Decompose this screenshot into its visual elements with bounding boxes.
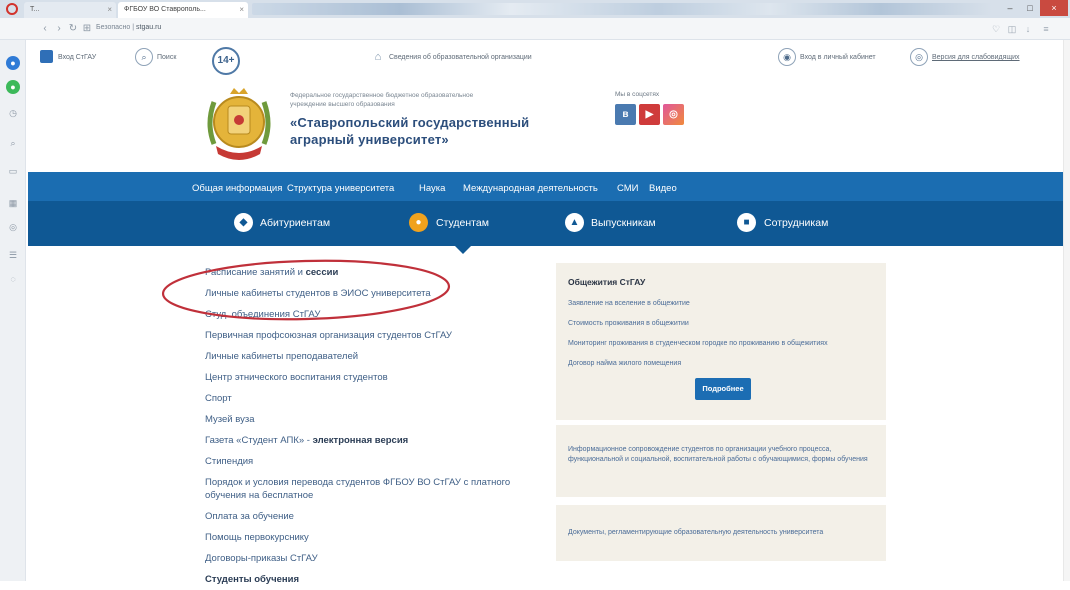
search-icon[interactable]: ⌕ bbox=[135, 48, 153, 66]
tab-students[interactable]: Студентам bbox=[436, 217, 489, 229]
staff-icon[interactable]: ■ bbox=[737, 213, 756, 232]
panel-link[interactable]: Стоимость проживания в общежитии bbox=[568, 320, 689, 327]
active-tab-pointer bbox=[455, 246, 471, 254]
nav-video[interactable]: Видео bbox=[649, 183, 677, 194]
dormitory-panel: Общежития СтГАУ Заявление на вселение в … bbox=[556, 263, 886, 420]
eye-icon[interactable]: ◎ bbox=[910, 48, 928, 66]
list-item[interactable]: Музей вуза bbox=[205, 409, 550, 430]
highlight-ellipse bbox=[161, 259, 451, 321]
panel-link[interactable]: Мониторинг проживания в студенческом гор… bbox=[568, 340, 828, 347]
list-item[interactable]: Газета «Студент АПК» - электронная верси… bbox=[205, 430, 550, 451]
browser-tab-active[interactable]: ФГБОУ ВО Ставрополь... × bbox=[118, 2, 248, 18]
social-label: Мы в соцсетях bbox=[615, 91, 660, 98]
history-icon[interactable]: ◷ bbox=[6, 106, 20, 120]
nav-media[interactable]: СМИ bbox=[617, 183, 639, 194]
address-bar: ‹ › ↻ ⊞ Безопасно | stgau.ru ♡ ◫ ↓ ≡ bbox=[0, 18, 1070, 40]
reload-icon[interactable]: ↻ bbox=[66, 22, 80, 36]
user-icon[interactable]: ◉ bbox=[778, 48, 796, 66]
browser-tab-bar: Т... × ФГБОУ ВО Ставрополь... × – □ × bbox=[0, 0, 1070, 18]
notice-link[interactable]: Информационное сопровождение студентов п… bbox=[568, 445, 874, 465]
login-icon[interactable] bbox=[40, 50, 53, 63]
nav-structure[interactable]: Структура университета bbox=[287, 183, 394, 194]
page-scrollbar[interactable] bbox=[1063, 40, 1070, 581]
back-icon[interactable]: ‹ bbox=[38, 22, 52, 36]
list-item[interactable]: Стипендия bbox=[205, 451, 550, 472]
applicant-icon[interactable]: ◆ bbox=[234, 213, 253, 232]
tab-staff[interactable]: Сотрудникам bbox=[764, 217, 828, 229]
tab-applicants[interactable]: Абитуриентам bbox=[260, 217, 330, 229]
speed-dial-icon[interactable]: ⊞ bbox=[80, 22, 94, 36]
founder-line: Федеральное государственное бюджетное об… bbox=[290, 92, 474, 99]
list-item[interactable]: Студенты обучения bbox=[205, 569, 550, 590]
tab-strip-background bbox=[252, 3, 992, 15]
personal-cabinet-link[interactable]: Вход в личный кабинет bbox=[800, 54, 876, 61]
bookmarks-icon[interactable]: ▦ bbox=[6, 196, 20, 210]
list-item[interactable]: Центр этнического воспитания студентов bbox=[205, 367, 550, 388]
list-item[interactable]: Помощь первокурснику bbox=[205, 527, 550, 548]
nav-general-info[interactable]: Общая информация bbox=[192, 183, 282, 194]
instagram-icon[interactable]: ◎ bbox=[663, 104, 684, 125]
extensions-icon[interactable]: ◎ bbox=[6, 220, 20, 234]
age-rating-badge: 14+ bbox=[212, 47, 240, 75]
site-title: аграрный университет» bbox=[290, 132, 449, 147]
panel-link[interactable]: Договор найма жилого помещения bbox=[568, 360, 681, 367]
documents-panel: Документы, регламентирующие образователь… bbox=[556, 505, 886, 561]
forward-icon[interactable]: › bbox=[52, 22, 66, 36]
panel-link[interactable]: Заявление на вселение в общежитие bbox=[568, 300, 690, 307]
audience-tabs bbox=[28, 201, 1063, 246]
tab-close-icon[interactable]: × bbox=[239, 2, 244, 18]
list-item[interactable]: Порядок и условия перевода студентов ФГБ… bbox=[205, 472, 550, 506]
easy-setup-icon[interactable]: ≡ bbox=[1040, 23, 1052, 35]
url-field[interactable]: Безопасно | stgau.ru bbox=[96, 24, 161, 31]
settings-icon[interactable]: ☰ bbox=[6, 248, 20, 262]
nav-science[interactable]: Наука bbox=[419, 183, 445, 194]
list-item[interactable]: Первичная профсоюзная организация студен… bbox=[205, 325, 550, 346]
university-emblem-logo[interactable] bbox=[204, 84, 274, 166]
tab-title: Т... bbox=[30, 6, 40, 13]
window-close-button[interactable]: × bbox=[1040, 0, 1068, 16]
student-icon[interactable]: ● bbox=[409, 213, 428, 232]
download-icon[interactable]: ↓ bbox=[1022, 23, 1034, 35]
tab-close-icon[interactable]: × bbox=[107, 2, 112, 18]
list-item[interactable]: Спорт bbox=[205, 388, 550, 409]
building-icon: ⌂ bbox=[374, 51, 382, 63]
documents-link[interactable]: Документы, регламентирующие образователь… bbox=[568, 528, 874, 538]
youtube-icon[interactable]: ▶ bbox=[639, 104, 660, 125]
opera-menu-icon[interactable] bbox=[6, 3, 18, 15]
site-title: «Ставропольский государственный bbox=[290, 115, 530, 130]
window-maximize-button[interactable]: □ bbox=[1020, 0, 1040, 16]
messenger-icon[interactable]: ● bbox=[6, 56, 20, 70]
vk-icon[interactable]: в bbox=[615, 104, 636, 125]
tab-title: ФГБОУ ВО Ставрополь... bbox=[124, 6, 206, 13]
notice-panel: Информационное сопровождение студентов п… bbox=[556, 425, 886, 497]
founder-line: учреждение высшего образования bbox=[290, 101, 395, 108]
nav-international[interactable]: Международная деятельность bbox=[463, 183, 598, 194]
search-link[interactable]: Поиск bbox=[157, 54, 176, 61]
more-button[interactable]: Подробнее bbox=[695, 378, 751, 400]
search-icon[interactable]: ⌕ bbox=[6, 136, 20, 150]
accessibility-link[interactable]: Версия для слабовидящих bbox=[932, 54, 1020, 61]
tab-graduates[interactable]: Выпускникам bbox=[591, 217, 656, 229]
whatsapp-icon[interactable]: ● bbox=[6, 80, 20, 94]
browser-tab[interactable]: Т... × bbox=[24, 2, 116, 18]
login-link[interactable]: Вход СтГАУ bbox=[58, 54, 96, 61]
url-text: stgau.ru bbox=[136, 24, 162, 31]
snapshot-icon[interactable]: ◫ bbox=[1006, 23, 1018, 35]
bookmark-icon[interactable]: ♡ bbox=[990, 23, 1002, 35]
org-info-link[interactable]: Сведения об образовательной организации bbox=[389, 54, 532, 61]
graduate-icon[interactable]: ▲ bbox=[565, 213, 584, 232]
window-minimize-button[interactable]: – bbox=[1000, 0, 1020, 16]
news-icon[interactable]: ▭ bbox=[6, 164, 20, 178]
security-label: Безопасно | bbox=[96, 24, 135, 31]
list-item[interactable]: Личные кабинеты преподавателей bbox=[205, 346, 550, 367]
browser-sidebar: ● ● ◷ ⌕ ▭ ▦ ◎ ☰ ◌ bbox=[0, 40, 26, 581]
list-item[interactable]: Договоры-приказы СтГАУ bbox=[205, 548, 550, 569]
panel-title: Общежития СтГАУ bbox=[568, 277, 646, 287]
list-item[interactable]: Оплата за обучение bbox=[205, 506, 550, 527]
downloads-icon[interactable]: ◌ bbox=[6, 272, 20, 286]
